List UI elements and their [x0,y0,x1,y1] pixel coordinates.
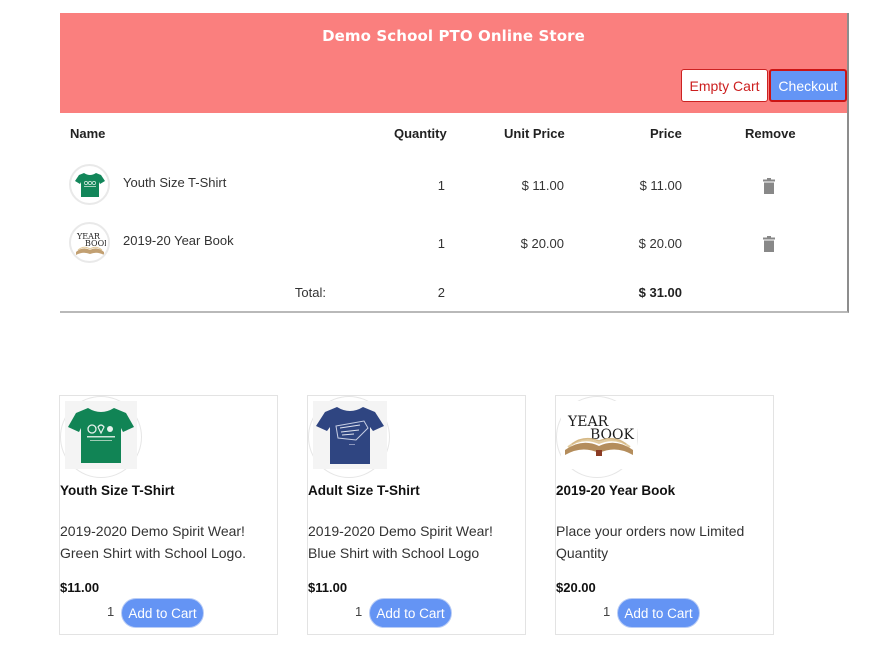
yearbook-image: YEAR BOOK [561,401,637,469]
product-title: 2019-20 Year Book [556,483,676,498]
yearbook-icon: YEAR BOOK [75,232,106,255]
product-quantity[interactable]: 1 [355,604,362,619]
product-title: Youth Size T-Shirt [60,483,175,498]
product-image-frame [308,396,390,478]
product-description: 2019-2020 Demo Spirit Wear! Blue Shirt w… [308,523,493,561]
cart-table: Name Quantity Unit Price Price Remove Yo… [60,113,847,311]
add-to-cart-button[interactable]: Add to Cart [121,598,204,628]
product-price: $11.00 [308,580,348,595]
cart-row: YEAR BOOK 2019-20 Year Book 1 $ 20.00 $ … [60,222,847,272]
trash-icon[interactable] [763,178,775,194]
cart-item-name: 2019-20 Year Book [123,233,234,248]
cart-panel: Demo School PTO Online Store Empty Cart … [60,13,849,313]
cart-item-price: $ 20.00 [638,236,682,251]
tshirt-icon [316,407,384,464]
column-header-quantity: Quantity [394,126,447,141]
blue-tshirt-image [313,401,387,469]
total-label: Total: [294,285,326,300]
product-description: Place your orders now Limited Quantity [556,523,745,561]
checkout-button[interactable]: Checkout [769,69,847,102]
total-price: $ 31.00 [638,285,682,300]
cart-item-price: $ 11.00 [639,178,682,193]
cart-item-name: Youth Size T-Shirt [123,175,227,190]
store-title: Demo School PTO Online Store [322,27,585,45]
add-to-cart-button[interactable]: Add to Cart [617,598,700,628]
cart-item-unit-price: $ 11.00 [521,178,564,193]
product-card: YEAR BOOK 2019-20 Year Book Place your o… [555,395,774,635]
product-image-frame: YEAR BOOK [556,396,638,478]
column-header-name: Name [70,126,106,141]
svg-text:BOOK: BOOK [85,239,106,248]
tshirt-icon [68,408,134,463]
cart-item-unit-price: $ 20.00 [520,236,564,251]
yearbook-icon: YEAR BOOK [565,414,635,456]
column-header-unit-price: Unit Price [504,126,565,141]
add-to-cart-button[interactable]: Add to Cart [369,598,452,628]
product-image-frame [60,396,142,478]
product-quantity[interactable]: 1 [603,604,610,619]
cart-row: Youth Size T-Shirt 1 $ 11.00 $ 11.00 [60,164,847,214]
green-tshirt-thumbnail [69,164,110,205]
product-card: Youth Size T-Shirt 2019-2020 Demo Spirit… [59,395,278,635]
product-card: Adult Size T-Shirt 2019-2020 Demo Spirit… [307,395,526,635]
product-description: 2019-2020 Demo Spirit Wear! Green Shirt … [60,523,246,561]
product-price: $20.00 [556,580,596,595]
product-price: $11.00 [60,580,100,595]
trash-icon[interactable] [763,236,775,252]
tshirt-icon [74,172,105,197]
empty-cart-button[interactable]: Empty Cart [681,69,768,102]
column-header-remove: Remove [745,126,796,141]
cart-item-quantity: 1 [437,236,445,251]
cart-item-quantity: 1 [437,178,445,193]
green-tshirt-image [65,401,137,469]
total-quantity: 2 [437,285,445,300]
product-title: Adult Size T-Shirt [308,483,420,498]
column-header-price: Price [650,126,682,141]
product-quantity[interactable]: 1 [107,604,114,619]
store-header: Demo School PTO Online Store Empty Cart … [60,13,847,113]
yearbook-thumbnail: YEAR BOOK [69,222,110,263]
cart-total-row: Total: 2 $ 31.00 [60,285,847,305]
